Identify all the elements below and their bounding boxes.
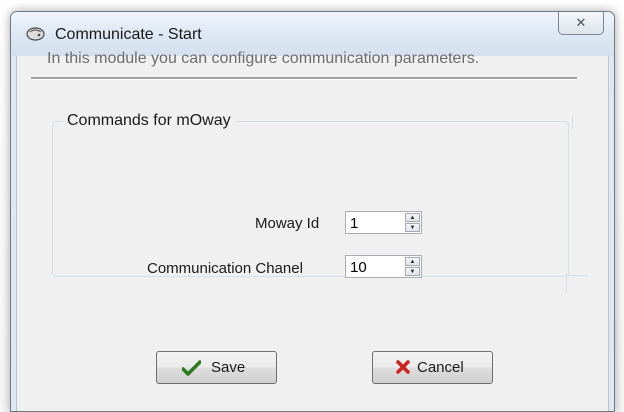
moway-id-spinner[interactable]: 1 ▲ ▼ xyxy=(345,211,422,234)
groupbox-edge-tick xyxy=(572,116,573,130)
spinner-up-arrow-icon[interactable]: ▲ xyxy=(405,257,420,266)
communication-channel-label: Communication Chanel xyxy=(147,260,303,277)
communication-channel-value[interactable]: 10 xyxy=(350,259,367,276)
cancel-button[interactable]: Cancel xyxy=(372,351,493,384)
groupbox-corner-tick-horizontal xyxy=(566,275,588,276)
save-button-label: Save xyxy=(211,359,246,376)
groupbox-corner-tick xyxy=(566,273,567,293)
save-button[interactable]: Save xyxy=(156,351,277,384)
spinner-up-arrow-icon[interactable]: ▲ xyxy=(405,213,420,222)
spinner-down-arrow-icon[interactable]: ▼ xyxy=(405,223,420,232)
header-divider-highlight xyxy=(31,79,577,80)
commands-groupbox xyxy=(52,121,569,277)
info-description: In this module you can configure communi… xyxy=(47,50,480,67)
spinner-down-arrow-icon[interactable]: ▼ xyxy=(405,267,420,276)
mouse-robot-icon xyxy=(26,27,45,41)
cancel-button-label: Cancel xyxy=(417,359,464,376)
x-icon xyxy=(396,360,410,378)
moway-id-label: Moway Id xyxy=(255,215,320,232)
checkmark-icon xyxy=(181,360,202,380)
moway-id-value[interactable]: 1 xyxy=(350,215,358,232)
groupbox-title: Commands for mOway xyxy=(63,112,235,130)
close-icon: ✕ xyxy=(575,15,587,30)
close-button[interactable]: ✕ xyxy=(558,12,604,35)
communication-channel-spinner[interactable]: 10 ▲ ▼ xyxy=(345,255,422,278)
window-title: Communicate - Start xyxy=(55,26,202,43)
